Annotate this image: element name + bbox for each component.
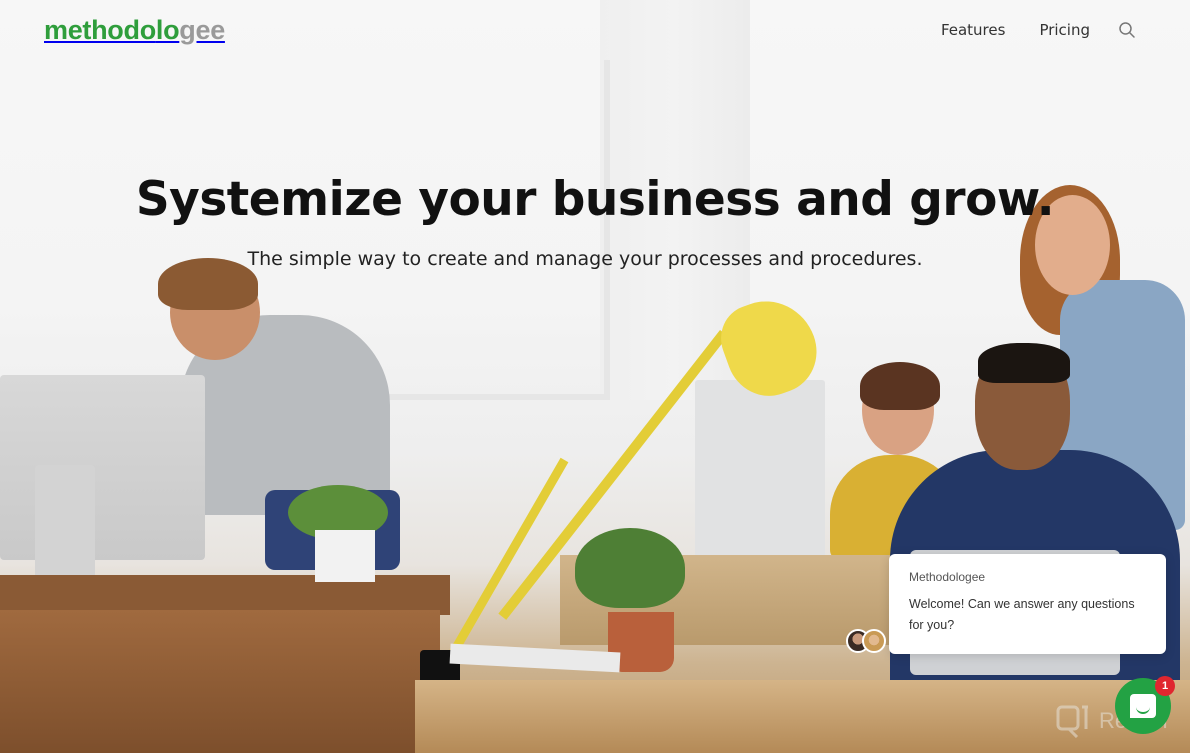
search-icon[interactable] [1118, 21, 1136, 39]
desk-left-body [0, 610, 440, 753]
chat-bubble-icon [1130, 694, 1156, 718]
logo-text-green: methodo [44, 14, 156, 45]
woman-middle-hair [860, 362, 940, 410]
monitor-middle [695, 380, 825, 560]
hero-title: Systemize your business and grow. [135, 172, 1055, 227]
agent-avatar [862, 629, 886, 653]
plant-left-pot [315, 530, 375, 582]
nav-link-features[interactable]: Features [941, 21, 1006, 39]
chat-sender-name: Methodologee [909, 570, 986, 584]
monitor-left [0, 375, 205, 560]
plant-middle-leaves [575, 528, 685, 608]
logo-text-gray: gee [179, 14, 225, 45]
hero-subtitle: The simple way to create and manage your… [247, 248, 923, 270]
site-header: methodo lo gee Features Pricing [0, 0, 1190, 60]
chat-message: Welcome! Can we answer any questions for… [909, 597, 1135, 632]
chat-agent-avatars [846, 629, 886, 653]
logo[interactable]: methodo lo gee [44, 15, 225, 46]
nav-link-pricing[interactable]: Pricing [1039, 21, 1090, 39]
monitor-left-stand [35, 465, 95, 580]
chat-welcome-popup[interactable]: Methodologee Welcome! Can we answer any … [889, 554, 1166, 654]
main-nav: Features Pricing [907, 21, 1136, 39]
man-right-hair [978, 343, 1070, 383]
chat-unread-badge: 1 [1155, 676, 1175, 696]
revain-logo-icon [1055, 704, 1089, 739]
logo-text-green-2: lo [155, 14, 180, 45]
desk-left-top [0, 575, 450, 615]
papers [449, 643, 621, 673]
